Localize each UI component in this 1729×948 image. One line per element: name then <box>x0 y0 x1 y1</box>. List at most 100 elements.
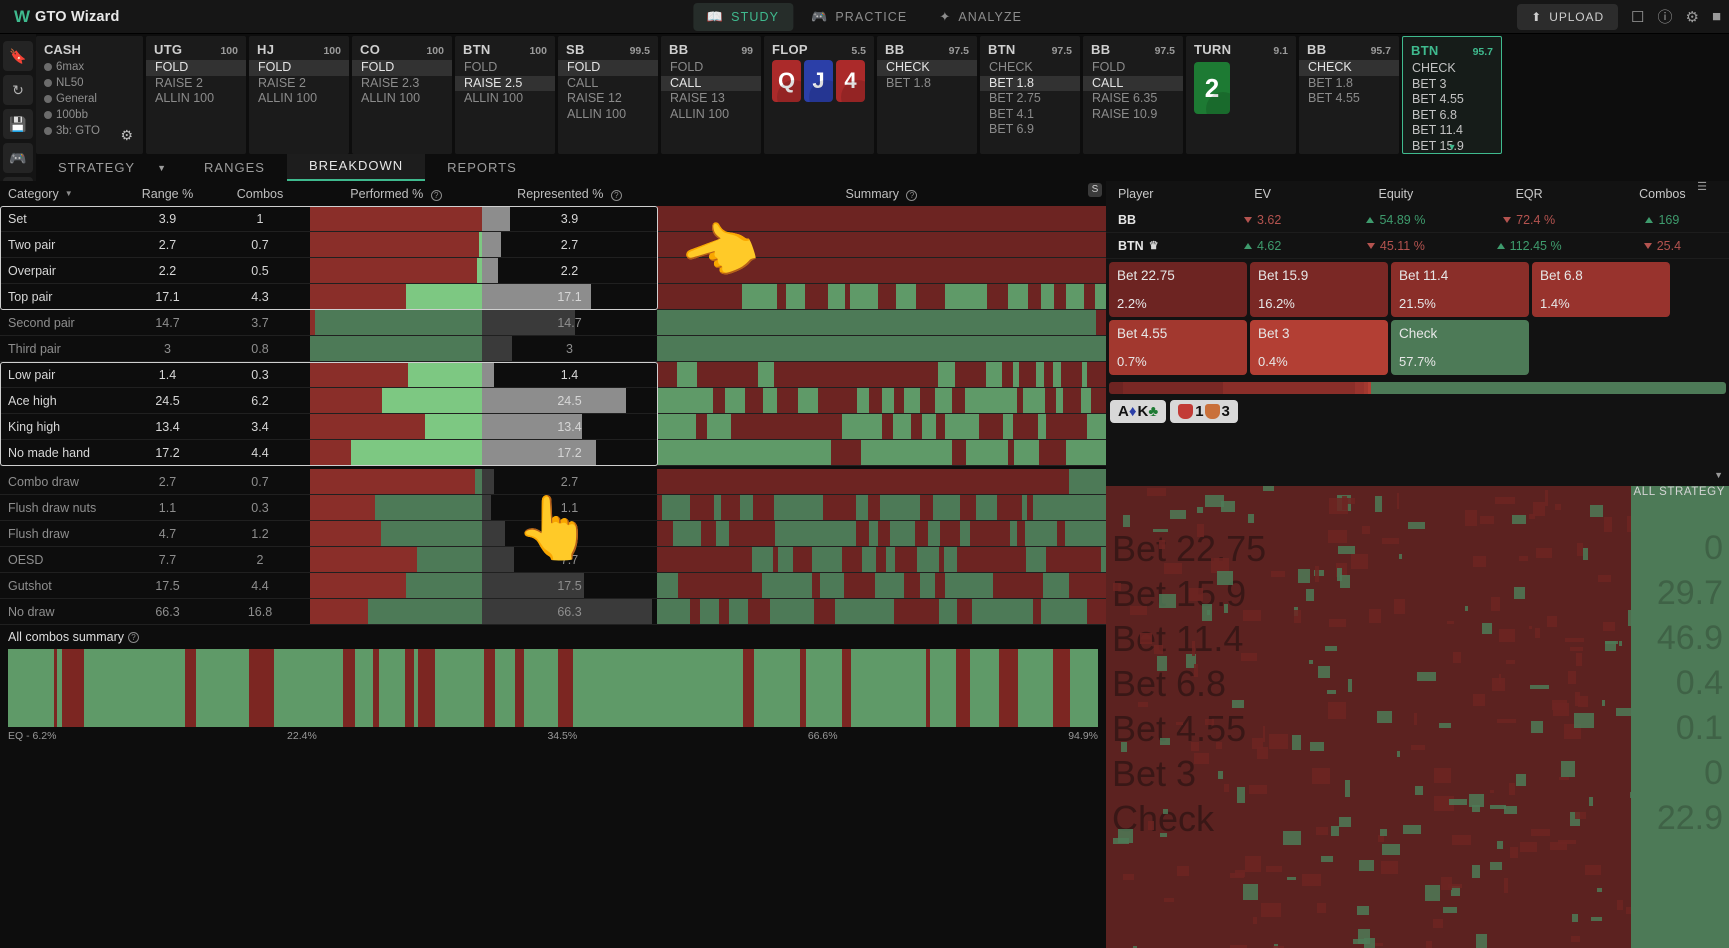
tree-node-bb-7[interactable]: BB 97.5 CHECK BET 1.8 <box>877 36 977 154</box>
header-performed-pct[interactable]: Performed % ? <box>310 187 482 201</box>
tree-action[interactable]: RAISE 12 <box>566 91 650 107</box>
table-row[interactable]: No draw 66.3 16.8 66.3 <box>0 599 1106 625</box>
tree-action[interactable]: FOLD <box>669 60 753 76</box>
tab-breakdown[interactable]: BREAKDOWN <box>287 154 425 181</box>
tree-action[interactable]: FOLD <box>558 60 658 76</box>
tree-action[interactable]: RAISE 2 <box>154 76 238 92</box>
tree-action[interactable]: BET 6.9 <box>988 122 1072 138</box>
tree-action[interactable]: FOLD <box>249 60 349 76</box>
tree-action[interactable]: BET 6.8 <box>1411 108 1493 124</box>
gamepad-icon[interactable]: 🎮 <box>3 143 33 173</box>
header-category[interactable]: Category ▼ <box>0 187 125 201</box>
nav-analyze[interactable]: ✦ ANALYZE <box>925 3 1036 31</box>
table-row[interactable]: OESD 7.7 2 7.7 <box>0 547 1106 573</box>
tree-action[interactable]: BET 3 <box>1411 77 1493 93</box>
chevron-down-icon[interactable]: ▼ <box>157 163 182 181</box>
action-button-bet-3[interactable]: Bet 3 0.4% <box>1250 320 1388 375</box>
action-button-bet-15-9[interactable]: Bet 15.9 16.2% <box>1250 262 1388 317</box>
player-row[interactable]: BTN ♛ 4.62 45.11 % 112.45 % 25.4 <box>1106 233 1729 259</box>
upload-button[interactable]: ⬆ UPLOAD <box>1517 4 1618 30</box>
action-button-bet-4-55[interactable]: Bet 4.55 0.7% <box>1109 320 1247 375</box>
header-range-pct[interactable]: Range % <box>125 187 210 201</box>
tree-action[interactable]: BET 4.1 <box>988 107 1072 123</box>
action-button-bet-6-8[interactable]: Bet 6.8 1.4% <box>1532 262 1670 317</box>
tree-node-flop-6[interactable]: FLOP 5.5 Q J 4 <box>764 36 874 154</box>
help-icon[interactable]: ? <box>906 190 917 201</box>
player-row[interactable]: BB 3.62 54.89 % 72.4 % 169 <box>1106 207 1729 233</box>
tree-action[interactable]: FOLD <box>352 60 452 76</box>
tree-action[interactable]: RAISE 2.3 <box>360 76 444 92</box>
chevron-down-icon[interactable]: ▼ <box>1714 470 1723 480</box>
matrix-right-region[interactable]: ALL STRATEGY 0 29.7 46.9 0.4 0.1 0 22.9 <box>1631 486 1729 948</box>
action-button-bet-11-4[interactable]: Bet 11.4 21.5% <box>1391 262 1529 317</box>
tree-action[interactable]: ALLIN 100 <box>463 91 547 107</box>
tree-action[interactable]: RAISE 10.9 <box>1091 107 1175 123</box>
account-icon[interactable]: ■ <box>1712 8 1721 25</box>
header-represented-pct[interactable]: Represented % ? <box>482 187 657 201</box>
tree-node-bb-11[interactable]: BB 95.7 CHECK BET 1.8 BET 4.55 <box>1299 36 1399 154</box>
grid-icon[interactable]: ☰ <box>1697 180 1707 193</box>
table-row[interactable]: Third pair 3 0.8 3 <box>0 336 1106 362</box>
settings-icon[interactable]: ⚙ <box>1685 8 1698 26</box>
tree-node-sb-4[interactable]: SB 99.5 FOLD CALL RAISE 12 ALLIN 100 <box>558 36 658 154</box>
tree-node-hj-1[interactable]: HJ 100 FOLD RAISE 2 ALLIN 100 <box>249 36 349 154</box>
tree-action[interactable]: ALLIN 100 <box>257 91 341 107</box>
tree-node-btn-8[interactable]: BTN 97.5 CHECK BET 1.8 BET 2.75 BET 4.1 BET 6.… <box>980 36 1080 154</box>
tree-action[interactable]: BET 11.4 <box>1411 123 1493 139</box>
table-row[interactable]: Flush draw 4.7 1.2 4.7 <box>0 521 1106 547</box>
tree-action[interactable]: ALLIN 100 <box>154 91 238 107</box>
table-row[interactable]: Gutshot 17.5 4.4 17.5 <box>0 573 1106 599</box>
header-combos[interactable]: Combos <box>210 187 310 201</box>
tree-action[interactable]: BET 1.8 <box>885 76 969 92</box>
tree-action[interactable]: FOLD <box>1091 60 1175 76</box>
tree-action[interactable]: BET 2.75 <box>988 91 1072 107</box>
header-summary[interactable]: Summary ? <box>657 187 1106 201</box>
action-button-check[interactable]: Check 57.7% <box>1391 320 1529 375</box>
tree-action[interactable]: ALLIN 100 <box>566 107 650 123</box>
tree-action[interactable]: CALL <box>566 76 650 92</box>
tree-action[interactable]: FOLD <box>463 60 547 76</box>
tab-ranges[interactable]: RANGES <box>182 156 287 181</box>
help-icon[interactable]: ⓘ <box>1657 6 1672 27</box>
table-row[interactable]: Set 3.9 1 3.9 <box>0 206 1106 232</box>
tree-node-bb-9[interactable]: BB 97.5 FOLD CALL RAISE 6.35 RAISE 10.9 <box>1083 36 1183 154</box>
help-icon[interactable]: ? <box>611 190 622 201</box>
hand-chip-cards[interactable]: A♦ K♣ <box>1110 400 1166 423</box>
tree-action[interactable]: BET 4.55 <box>1411 92 1493 108</box>
chevron-down-icon[interactable]: ▼ <box>1448 142 1457 152</box>
help-icon[interactable]: ? <box>431 190 442 201</box>
tree-action[interactable]: CHECK <box>988 60 1072 76</box>
tree-action[interactable]: FOLD <box>146 60 246 76</box>
table-row[interactable]: King high 13.4 3.4 13.4 <box>0 414 1106 440</box>
table-row[interactable]: Two pair 2.7 0.7 2.7 <box>0 232 1106 258</box>
tree-node-bb-5[interactable]: BB 99 FOLD CALL RAISE 13 ALLIN 100 <box>661 36 761 154</box>
table-row[interactable]: Second pair 14.7 3.7 14.7 <box>0 310 1106 336</box>
tree-action[interactable]: CALL <box>661 76 761 92</box>
refresh-icon[interactable]: ↻ <box>3 75 33 105</box>
table-row[interactable]: Ace high 24.5 6.2 24.5 <box>0 388 1106 414</box>
tree-node-utg-0[interactable]: UTG 100 FOLD RAISE 2 ALLIN 100 <box>146 36 246 154</box>
tree-action[interactable]: CHECK <box>877 60 977 76</box>
tree-node-cash[interactable]: CASH 6max NL50 General 100bb 3b: GTO ⚙ <box>36 36 143 154</box>
tab-reports[interactable]: REPORTS <box>425 156 539 181</box>
range-matrix[interactable]: Bet 22.75 Bet 15.9 Bet 11.4 Bet 6.8 Bet 4.55… <box>1106 486 1729 948</box>
nav-study[interactable]: 📖 STUDY <box>693 3 793 31</box>
tree-action[interactable]: CALL <box>1083 76 1183 92</box>
tab-strategy[interactable]: STRATEGY <box>36 156 157 181</box>
tree-node-btn-3[interactable]: BTN 100 FOLD RAISE 2.5 ALLIN 100 <box>455 36 555 154</box>
tree-action[interactable]: CHECK <box>1299 60 1399 76</box>
matrix-left-region[interactable]: Bet 22.75 Bet 15.9 Bet 11.4 Bet 6.8 Bet 4.55… <box>1106 486 1631 948</box>
bookmark-icon[interactable]: 🔖 <box>3 41 33 71</box>
tree-node-turn-10[interactable]: TURN 9.1 2 <box>1186 36 1296 154</box>
table-row[interactable]: Low pair 1.4 0.3 1.4 <box>0 362 1106 388</box>
table-row[interactable]: Combo draw 2.7 0.7 2.7 <box>0 469 1106 495</box>
tree-action[interactable]: RAISE 6.35 <box>1091 91 1175 107</box>
save-icon[interactable]: 💾 <box>3 109 33 139</box>
tree-node-co-2[interactable]: CO 100 FOLD RAISE 2.3 ALLIN 100 <box>352 36 452 154</box>
tree-action[interactable]: RAISE 2.5 <box>455 76 555 92</box>
tree-action[interactable]: ALLIN 100 <box>669 107 753 123</box>
tree-node-btn-12[interactable]: BTN 95.7 CHECK BET 3 BET 4.55 BET 6.8 BET 11.4… <box>1402 36 1502 154</box>
table-row[interactable]: Flush draw nuts 1.1 0.3 1.1 <box>0 495 1106 521</box>
nav-practice[interactable]: 🎮 PRACTICE <box>797 3 921 31</box>
tree-action[interactable]: BET 1.8 <box>980 76 1080 92</box>
